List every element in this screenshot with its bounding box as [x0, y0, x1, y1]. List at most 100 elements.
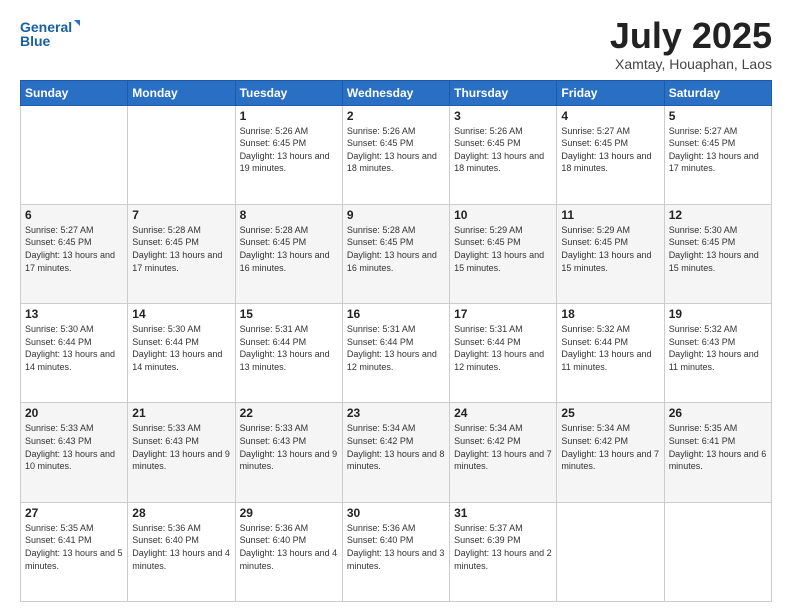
day-number: 1 — [240, 109, 338, 123]
day-number: 8 — [240, 208, 338, 222]
days-of-week-row: SundayMondayTuesdayWednesdayThursdayFrid… — [21, 80, 772, 105]
day-number: 5 — [669, 109, 767, 123]
calendar-cell: 13 Sunrise: 5:30 AM Sunset: 6:44 PM Dayli… — [21, 304, 128, 403]
day-info: Sunrise: 5:28 AM Sunset: 6:45 PM Dayligh… — [240, 224, 338, 274]
day-number: 13 — [25, 307, 123, 321]
day-number: 21 — [132, 406, 230, 420]
day-info: Sunrise: 5:31 AM Sunset: 6:44 PM Dayligh… — [454, 323, 552, 373]
location-subtitle: Xamtay, Houaphan, Laos — [610, 56, 772, 72]
title-block: July 2025 Xamtay, Houaphan, Laos — [610, 16, 772, 72]
calendar-cell — [557, 502, 664, 601]
day-info: Sunrise: 5:27 AM Sunset: 6:45 PM Dayligh… — [25, 224, 123, 274]
calendar-cell: 10 Sunrise: 5:29 AM Sunset: 6:45 PM Dayli… — [450, 204, 557, 303]
day-number: 31 — [454, 506, 552, 520]
calendar-cell: 5Sunrise: 5:27 AM Sunset: 6:45 PM Daylig… — [664, 105, 771, 204]
day-info: Sunrise: 5:29 AM Sunset: 6:45 PM Dayligh… — [454, 224, 552, 274]
calendar-cell — [128, 105, 235, 204]
calendar-cell: 15 Sunrise: 5:31 AM Sunset: 6:44 PM Dayli… — [235, 304, 342, 403]
calendar-cell: 8 Sunrise: 5:28 AM Sunset: 6:45 PM Daylig… — [235, 204, 342, 303]
day-info: Sunrise: 5:32 AM Sunset: 6:44 PM Dayligh… — [561, 323, 659, 373]
logo-svg: General Blue — [20, 16, 80, 52]
day-number: 7 — [132, 208, 230, 222]
day-info: Sunrise: 5:31 AM Sunset: 6:44 PM Dayligh… — [347, 323, 445, 373]
day-info: Sunrise: 5:33 AM Sunset: 6:43 PM Dayligh… — [25, 422, 123, 472]
day-number: 15 — [240, 307, 338, 321]
day-number: 27 — [25, 506, 123, 520]
day-info: Sunrise: 5:30 AM Sunset: 6:44 PM Dayligh… — [132, 323, 230, 373]
day-number: 17 — [454, 307, 552, 321]
day-info: Sunrise: 5:30 AM Sunset: 6:44 PM Dayligh… — [25, 323, 123, 373]
calendar-cell: 17 Sunrise: 5:31 AM Sunset: 6:44 PM Dayli… — [450, 304, 557, 403]
calendar-cell: 21 Sunrise: 5:33 AM Sunset: 6:43 PM Dayli… — [128, 403, 235, 502]
day-header-tuesday: Tuesday — [235, 80, 342, 105]
day-info: Sunrise: 5:37 AM Sunset: 6:39 PM Dayligh… — [454, 522, 552, 572]
day-info: Sunrise: 5:26 AM Sunset: 6:45 PM Dayligh… — [454, 125, 552, 175]
day-number: 6 — [25, 208, 123, 222]
calendar-cell: 2Sunrise: 5:26 AM Sunset: 6:45 PM Daylig… — [342, 105, 449, 204]
calendar-cell: 26 Sunrise: 5:35 AM Sunset: 6:41 PM Dayli… — [664, 403, 771, 502]
calendar-cell: 30Sunrise: 5:36 AM Sunset: 6:40 PM Dayli… — [342, 502, 449, 601]
svg-text:Blue: Blue — [20, 33, 51, 49]
day-info: Sunrise: 5:36 AM Sunset: 6:40 PM Dayligh… — [347, 522, 445, 572]
day-number: 9 — [347, 208, 445, 222]
day-number: 16 — [347, 307, 445, 321]
day-info: Sunrise: 5:26 AM Sunset: 6:45 PM Dayligh… — [347, 125, 445, 175]
calendar-cell: 3Sunrise: 5:26 AM Sunset: 6:45 PM Daylig… — [450, 105, 557, 204]
day-info: Sunrise: 5:27 AM Sunset: 6:45 PM Dayligh… — [561, 125, 659, 175]
week-row-5: 27 Sunrise: 5:35 AM Sunset: 6:41 PM Dayli… — [21, 502, 772, 601]
day-number: 14 — [132, 307, 230, 321]
day-info: Sunrise: 5:35 AM Sunset: 6:41 PM Dayligh… — [669, 422, 767, 472]
calendar-cell: 7 Sunrise: 5:28 AM Sunset: 6:45 PM Daylig… — [128, 204, 235, 303]
day-number: 10 — [454, 208, 552, 222]
day-info: Sunrise: 5:36 AM Sunset: 6:40 PM Dayligh… — [240, 522, 338, 572]
day-number: 25 — [561, 406, 659, 420]
week-row-1: 1 Sunrise: 5:26 AM Sunset: 6:45 PM Daylig… — [21, 105, 772, 204]
day-number: 29 — [240, 506, 338, 520]
calendar-cell: 31 Sunrise: 5:37 AM Sunset: 6:39 PM Dayli… — [450, 502, 557, 601]
logo: General Blue — [20, 16, 80, 52]
calendar-cell: 24 Sunrise: 5:34 AM Sunset: 6:42 PM Dayli… — [450, 403, 557, 502]
calendar-cell — [21, 105, 128, 204]
calendar-body: 1 Sunrise: 5:26 AM Sunset: 6:45 PM Daylig… — [21, 105, 772, 601]
day-info: Sunrise: 5:34 AM Sunset: 6:42 PM Dayligh… — [454, 422, 552, 472]
day-info: Sunrise: 5:29 AM Sunset: 6:45 PM Dayligh… — [561, 224, 659, 274]
day-number: 26 — [669, 406, 767, 420]
calendar-cell: 11 Sunrise: 5:29 AM Sunset: 6:45 PM Dayli… — [557, 204, 664, 303]
day-info: Sunrise: 5:31 AM Sunset: 6:44 PM Dayligh… — [240, 323, 338, 373]
calendar-cell: 25 Sunrise: 5:34 AM Sunset: 6:42 PM Dayli… — [557, 403, 664, 502]
day-header-sunday: Sunday — [21, 80, 128, 105]
day-number: 24 — [454, 406, 552, 420]
day-header-thursday: Thursday — [450, 80, 557, 105]
calendar-cell: 28Sunrise: 5:36 AM Sunset: 6:40 PM Dayli… — [128, 502, 235, 601]
day-info: Sunrise: 5:36 AM Sunset: 6:40 PM Dayligh… — [132, 522, 230, 572]
calendar-cell: 19 Sunrise: 5:32 AM Sunset: 6:43 PM Dayli… — [664, 304, 771, 403]
day-number: 12 — [669, 208, 767, 222]
day-header-friday: Friday — [557, 80, 664, 105]
day-info: Sunrise: 5:28 AM Sunset: 6:45 PM Dayligh… — [347, 224, 445, 274]
week-row-4: 20Sunrise: 5:33 AM Sunset: 6:43 PM Dayli… — [21, 403, 772, 502]
day-info: Sunrise: 5:35 AM Sunset: 6:41 PM Dayligh… — [25, 522, 123, 572]
day-header-saturday: Saturday — [664, 80, 771, 105]
day-header-monday: Monday — [128, 80, 235, 105]
header: General Blue July 2025 Xamtay, Houaphan,… — [20, 16, 772, 72]
calendar-cell: 4 Sunrise: 5:27 AM Sunset: 6:45 PM Daylig… — [557, 105, 664, 204]
day-info: Sunrise: 5:34 AM Sunset: 6:42 PM Dayligh… — [561, 422, 659, 472]
day-info: Sunrise: 5:28 AM Sunset: 6:45 PM Dayligh… — [132, 224, 230, 274]
calendar-cell: 20Sunrise: 5:33 AM Sunset: 6:43 PM Dayli… — [21, 403, 128, 502]
day-info: Sunrise: 5:33 AM Sunset: 6:43 PM Dayligh… — [240, 422, 338, 472]
day-number: 4 — [561, 109, 659, 123]
calendar-cell: 27 Sunrise: 5:35 AM Sunset: 6:41 PM Dayli… — [21, 502, 128, 601]
day-number: 22 — [240, 406, 338, 420]
day-number: 11 — [561, 208, 659, 222]
day-number: 19 — [669, 307, 767, 321]
calendar-cell: 16 Sunrise: 5:31 AM Sunset: 6:44 PM Dayli… — [342, 304, 449, 403]
day-info: Sunrise: 5:33 AM Sunset: 6:43 PM Dayligh… — [132, 422, 230, 472]
calendar-cell: 22 Sunrise: 5:33 AM Sunset: 6:43 PM Dayli… — [235, 403, 342, 502]
week-row-2: 6 Sunrise: 5:27 AM Sunset: 6:45 PM Daylig… — [21, 204, 772, 303]
calendar-table: SundayMondayTuesdayWednesdayThursdayFrid… — [20, 80, 772, 602]
month-title: July 2025 — [610, 16, 772, 56]
day-info: Sunrise: 5:32 AM Sunset: 6:43 PM Dayligh… — [669, 323, 767, 373]
calendar-cell: 12Sunrise: 5:30 AM Sunset: 6:45 PM Dayli… — [664, 204, 771, 303]
calendar-cell: 9 Sunrise: 5:28 AM Sunset: 6:45 PM Daylig… — [342, 204, 449, 303]
week-row-3: 13 Sunrise: 5:30 AM Sunset: 6:44 PM Dayli… — [21, 304, 772, 403]
